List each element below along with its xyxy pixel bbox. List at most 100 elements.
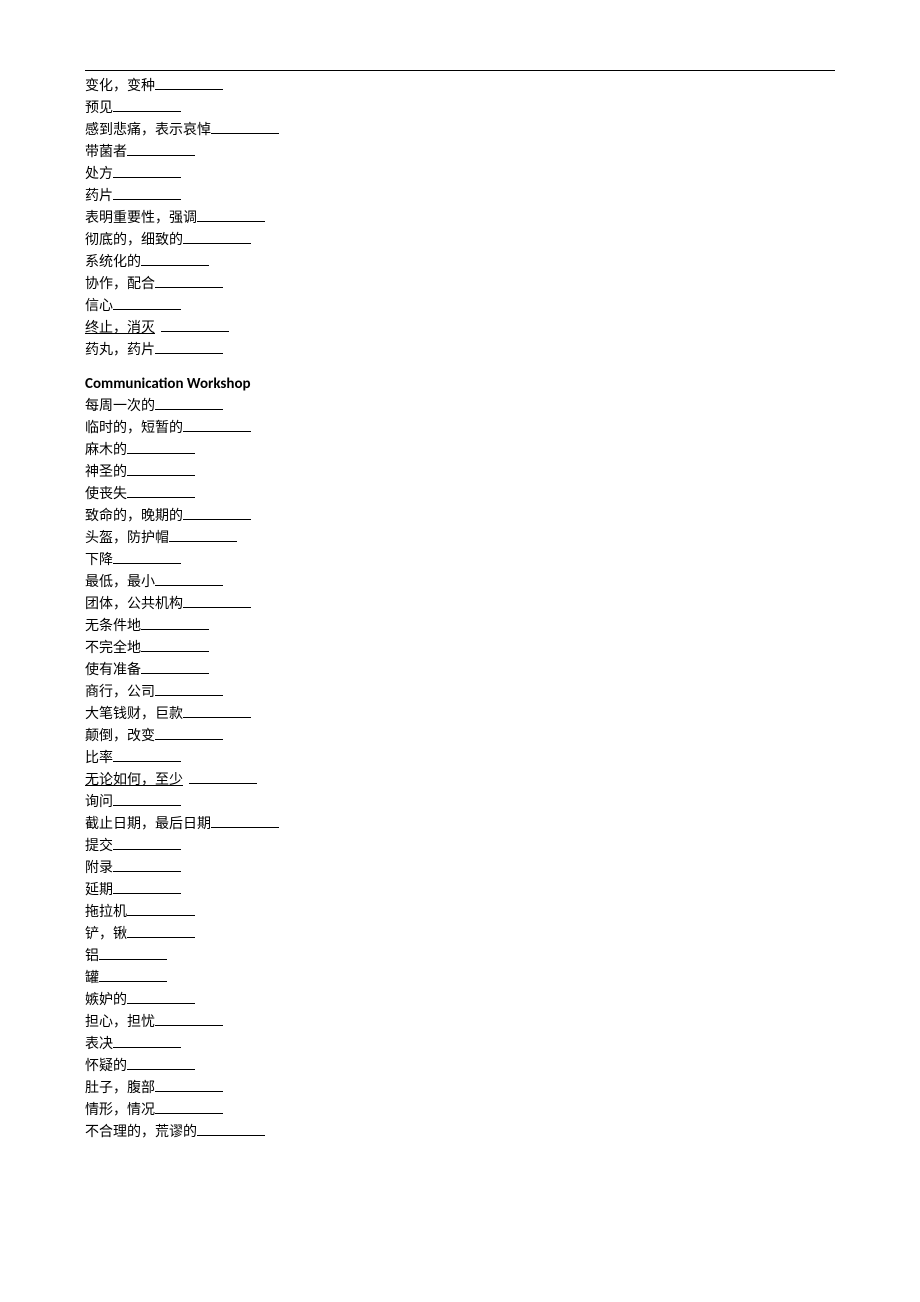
answer-blank bbox=[155, 1077, 223, 1092]
vocab-term: 变化，变种 bbox=[85, 79, 155, 94]
vocab-term: 无论如何，至少 bbox=[85, 773, 183, 788]
vocab-term: 不合理的，荒谬的 bbox=[85, 1125, 197, 1140]
answer-blank bbox=[127, 461, 195, 476]
vocab-term: 药丸，药片 bbox=[85, 343, 155, 358]
answer-blank bbox=[183, 593, 251, 608]
vocab-line: 罐 bbox=[85, 967, 835, 989]
vocab-term: 大笔钱财，巨款 bbox=[85, 707, 183, 722]
vocab-line: 延期 bbox=[85, 879, 835, 901]
vocab-line: 表决 bbox=[85, 1033, 835, 1055]
vocab-list-2: 每周一次的临时的，短暂的麻木的神圣的使丧失致命的，晚期的头盔，防护帽下降最低，最… bbox=[85, 395, 835, 1143]
vocab-line: 附录 bbox=[85, 857, 835, 879]
vocab-term: 无条件地 bbox=[85, 619, 141, 634]
vocab-term: 头盔，防护帽 bbox=[85, 531, 169, 546]
vocab-line: 询问 bbox=[85, 791, 835, 813]
vocab-term: 商行，公司 bbox=[85, 685, 155, 700]
vocab-line: 信心 bbox=[85, 295, 835, 317]
vocab-line: 嫉妒的 bbox=[85, 989, 835, 1011]
vocab-term: 嫉妒的 bbox=[85, 993, 127, 1008]
answer-blank bbox=[113, 163, 181, 178]
answer-blank bbox=[113, 791, 181, 806]
answer-blank bbox=[141, 637, 209, 652]
vocab-line: 情形，情况 bbox=[85, 1099, 835, 1121]
vocab-line: 担心，担忧 bbox=[85, 1011, 835, 1033]
vocab-line: 药丸，药片 bbox=[85, 339, 835, 361]
vocab-term: 团体，公共机构 bbox=[85, 597, 183, 612]
answer-blank bbox=[113, 879, 181, 894]
vocab-term: 神圣的 bbox=[85, 465, 127, 480]
vocab-line: 大笔钱财，巨款 bbox=[85, 703, 835, 725]
vocab-line: 头盔，防护帽 bbox=[85, 527, 835, 549]
vocab-line: 表明重要性，强调 bbox=[85, 207, 835, 229]
vocab-line: 彻底的，细致的 bbox=[85, 229, 835, 251]
vocab-term: 不完全地 bbox=[85, 641, 141, 656]
vocab-line: 拖拉机 bbox=[85, 901, 835, 923]
vocab-line: 处方 bbox=[85, 163, 835, 185]
answer-blank bbox=[169, 527, 237, 542]
vocab-term: 颠倒，改变 bbox=[85, 729, 155, 744]
vocab-term: 信心 bbox=[85, 299, 113, 314]
answer-blank bbox=[113, 835, 181, 850]
answer-blank bbox=[113, 97, 181, 112]
vocab-term: 表明重要性，强调 bbox=[85, 211, 197, 226]
answer-blank bbox=[155, 75, 223, 90]
vocab-line: 系统化的 bbox=[85, 251, 835, 273]
answer-blank bbox=[211, 813, 279, 828]
top-divider bbox=[85, 70, 835, 71]
answer-blank bbox=[155, 681, 223, 696]
answer-blank bbox=[127, 439, 195, 454]
answer-blank bbox=[99, 945, 167, 960]
answer-blank bbox=[127, 923, 195, 938]
answer-blank bbox=[141, 659, 209, 674]
answer-blank bbox=[155, 273, 223, 288]
vocab-line: 铲，锹 bbox=[85, 923, 835, 945]
vocab-term: 感到悲痛，表示哀悼 bbox=[85, 123, 211, 138]
answer-blank bbox=[155, 1099, 223, 1114]
vocab-term: 罐 bbox=[85, 971, 99, 986]
vocab-line: 每周一次的 bbox=[85, 395, 835, 417]
vocab-term: 最低，最小 bbox=[85, 575, 155, 590]
vocab-line: 无条件地 bbox=[85, 615, 835, 637]
answer-blank bbox=[161, 317, 229, 332]
vocab-line: 怀疑的 bbox=[85, 1055, 835, 1077]
vocab-term: 比率 bbox=[85, 751, 113, 766]
answer-blank bbox=[183, 417, 251, 432]
document-page: 变化，变种预见感到悲痛，表示哀悼带菌者处方药片表明重要性，强调彻底的，细致的系统… bbox=[0, 0, 920, 1302]
vocab-term: 使丧失 bbox=[85, 487, 127, 502]
vocab-term: 询问 bbox=[85, 795, 113, 810]
vocab-line: 使丧失 bbox=[85, 483, 835, 505]
answer-blank bbox=[127, 1055, 195, 1070]
vocab-line: 铝 bbox=[85, 945, 835, 967]
vocab-term: 表决 bbox=[85, 1037, 113, 1052]
vocab-term: 截止日期，最后日期 bbox=[85, 817, 211, 832]
answer-blank bbox=[113, 1033, 181, 1048]
vocab-term: 肚子，腹部 bbox=[85, 1081, 155, 1096]
vocab-term: 担心，担忧 bbox=[85, 1015, 155, 1030]
answer-blank bbox=[113, 185, 181, 200]
vocab-list-1: 变化，变种预见感到悲痛，表示哀悼带菌者处方药片表明重要性，强调彻底的，细致的系统… bbox=[85, 75, 835, 361]
answer-blank bbox=[99, 967, 167, 982]
vocab-term: 临时的，短暂的 bbox=[85, 421, 183, 436]
vocab-line: 终止，消灭 bbox=[85, 317, 835, 339]
section-title: Communication Workshop bbox=[85, 375, 835, 393]
answer-blank bbox=[189, 769, 257, 784]
vocab-line: 使有准备 bbox=[85, 659, 835, 681]
answer-blank bbox=[127, 483, 195, 498]
vocab-term: 怀疑的 bbox=[85, 1059, 127, 1074]
vocab-term: 处方 bbox=[85, 167, 113, 182]
vocab-term: 铝 bbox=[85, 949, 99, 964]
vocab-term: 每周一次的 bbox=[85, 399, 155, 414]
answer-blank bbox=[127, 141, 195, 156]
answer-blank bbox=[155, 725, 223, 740]
vocab-term: 终止，消灭 bbox=[85, 321, 155, 336]
answer-blank bbox=[197, 207, 265, 222]
vocab-term: 附录 bbox=[85, 861, 113, 876]
vocab-term: 协作，配合 bbox=[85, 277, 155, 292]
vocab-line: 致命的，晚期的 bbox=[85, 505, 835, 527]
vocab-term: 药片 bbox=[85, 189, 113, 204]
answer-blank bbox=[141, 615, 209, 630]
vocab-line: 感到悲痛，表示哀悼 bbox=[85, 119, 835, 141]
vocab-term: 延期 bbox=[85, 883, 113, 898]
vocab-line: 不完全地 bbox=[85, 637, 835, 659]
vocab-term: 预见 bbox=[85, 101, 113, 116]
